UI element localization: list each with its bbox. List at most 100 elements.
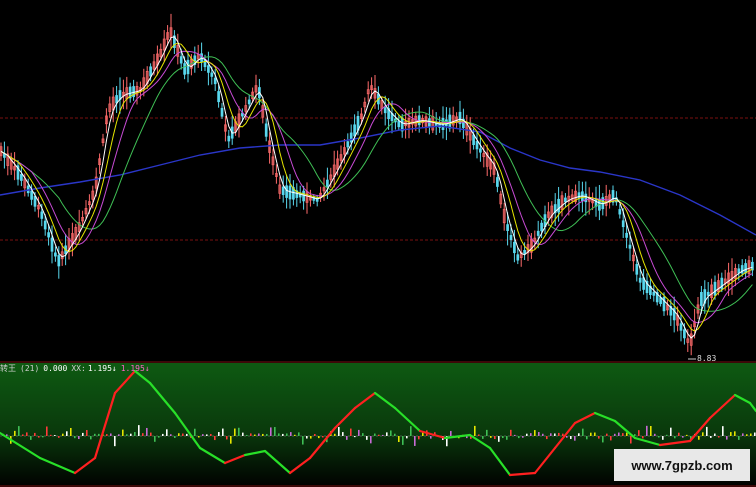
histogram-bar <box>546 436 548 440</box>
histogram-bar <box>554 433 556 436</box>
indicator-value1: 0.000 <box>43 364 68 373</box>
histogram-bar <box>214 436 216 441</box>
histogram-bar <box>166 429 168 436</box>
histogram-bar <box>30 436 32 440</box>
down-arrow-icon: ↓ <box>111 364 117 373</box>
histogram-bar <box>130 433 132 436</box>
histogram-bar <box>678 432 680 436</box>
candle-body <box>346 141 350 148</box>
histogram-bar <box>202 434 204 436</box>
candle-body <box>326 179 329 187</box>
histogram-bar <box>114 436 116 447</box>
candle-body <box>383 107 387 114</box>
histogram-bar <box>390 430 392 436</box>
down-arrow-icon: ↓ <box>144 364 150 373</box>
candle-body <box>751 261 754 271</box>
histogram-bar <box>334 433 336 436</box>
histogram-bar <box>318 436 320 439</box>
histogram-bar <box>394 433 396 436</box>
low-price-label: 8.83 <box>697 354 717 363</box>
histogram-bar <box>42 436 44 438</box>
candle-body <box>285 185 288 198</box>
histogram-bar <box>398 436 400 443</box>
histogram-bar <box>250 433 252 436</box>
histogram-bar <box>110 433 112 436</box>
histogram-bar <box>246 434 248 436</box>
histogram-bar <box>574 436 576 441</box>
histogram-bar <box>602 436 604 443</box>
candle-body <box>47 232 50 238</box>
histogram-bar <box>294 434 296 436</box>
histogram-bar <box>610 436 612 441</box>
histogram-bar <box>706 426 708 436</box>
candle-body <box>720 277 724 290</box>
histogram-bar <box>386 432 388 436</box>
candle-body <box>54 252 57 257</box>
candle-body <box>638 277 642 283</box>
candle-body <box>737 268 741 274</box>
price-chart[interactable] <box>0 0 756 363</box>
histogram-bar <box>410 426 412 436</box>
histogram-bar <box>298 432 300 436</box>
histogram-bar <box>118 434 120 436</box>
histogram-bar <box>414 436 416 446</box>
histogram-bar <box>378 434 380 436</box>
candle-body <box>302 190 305 202</box>
candle-body <box>264 123 268 137</box>
histogram-bar <box>366 436 368 440</box>
histogram-bar <box>502 436 504 439</box>
histogram-bar <box>162 433 164 436</box>
histogram-bar <box>146 427 148 436</box>
histogram-bar <box>14 430 16 436</box>
histogram-bar <box>642 436 644 439</box>
histogram-bar <box>638 430 640 436</box>
candle-body <box>536 230 540 236</box>
candle-body <box>479 148 482 153</box>
candle-body <box>496 177 499 187</box>
candle-body <box>506 224 509 231</box>
candle-body <box>183 63 186 75</box>
histogram-bar <box>286 433 288 436</box>
histogram-bar <box>158 436 160 438</box>
histogram-bar <box>342 432 344 436</box>
histogram-bar <box>590 432 592 436</box>
candle-body <box>397 120 401 128</box>
histogram-bar <box>302 436 304 445</box>
candle-body <box>700 292 703 306</box>
histogram-bar <box>218 432 220 436</box>
histogram-bar <box>746 434 748 436</box>
histogram-bar <box>358 429 360 436</box>
indicator-header: 转王 (21) 0.000 XX: 1.195↓ 1.195↓ <box>0 363 154 374</box>
histogram-bar <box>686 434 688 436</box>
candle-body <box>706 291 710 296</box>
histogram-bar <box>374 433 376 436</box>
histogram-bar <box>490 436 492 438</box>
histogram-bar <box>362 433 364 436</box>
histogram-bar <box>338 427 340 436</box>
histogram-bar <box>198 436 200 438</box>
histogram-bar <box>66 431 68 436</box>
histogram-bar <box>422 432 424 436</box>
histogram-bar <box>74 436 76 439</box>
histogram-bar <box>34 432 36 436</box>
candle-body <box>207 65 210 73</box>
histogram-bar <box>558 432 560 436</box>
histogram-bar <box>482 436 484 439</box>
histogram-bar <box>630 436 632 444</box>
histogram-bar <box>206 434 208 436</box>
histogram-bar <box>550 433 552 436</box>
histogram-bar <box>138 425 140 436</box>
candle-body <box>186 59 190 75</box>
histogram-bar <box>106 434 108 436</box>
indicator-label2: XX: <box>71 364 86 373</box>
histogram-bar <box>98 433 100 436</box>
histogram-bar <box>122 429 124 436</box>
indicator-param: (21) <box>20 364 40 373</box>
candle-body <box>213 77 217 85</box>
histogram-bar <box>650 426 652 436</box>
candle-body <box>540 222 543 232</box>
histogram-bar <box>58 436 60 438</box>
histogram-bar <box>222 428 224 436</box>
histogram-bar <box>90 436 92 440</box>
histogram-bar <box>350 428 352 436</box>
